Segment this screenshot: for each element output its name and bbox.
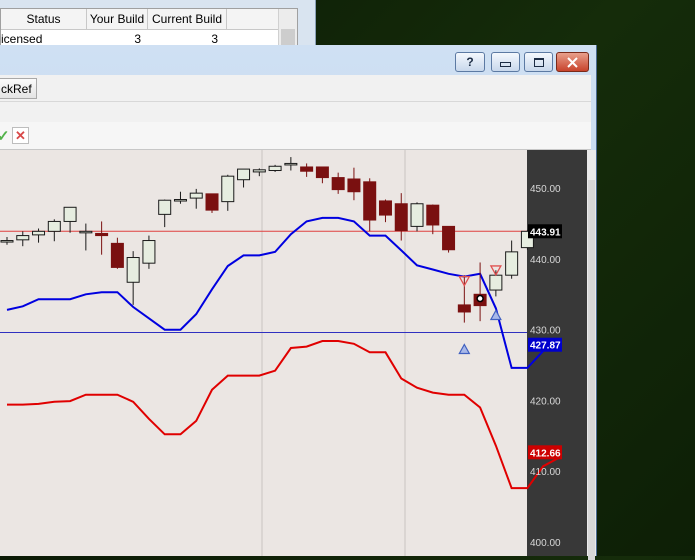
candle-body [268, 165, 282, 172]
candle-body [158, 199, 172, 215]
candle-body [110, 242, 124, 268]
candle-body [47, 220, 61, 232]
price-axis-tick-label: 430.00 [530, 326, 561, 337]
candle-body [126, 257, 140, 283]
candle-body [32, 230, 46, 236]
price-chart[interactable]: 450.00 440.00 430.00 420.00 410.00 400.00 443.… [0, 150, 591, 556]
column-header-status[interactable]: Status [1, 9, 87, 29]
price-axis [527, 150, 591, 556]
signal-dot-marker [476, 294, 484, 303]
close-icon [567, 56, 578, 68]
close-icon[interactable]: ✕ [12, 127, 29, 144]
minimize-button[interactable] [491, 52, 520, 72]
drawing-toolbar: ✓ ✕ [0, 122, 591, 150]
background-window: Status Your Build Current Build icensed … [0, 0, 316, 48]
column-header-your-build[interactable]: Your Build [87, 9, 148, 29]
help-button[interactable]: ? [455, 52, 485, 72]
candle-body [442, 225, 456, 251]
candle-body [79, 230, 93, 234]
price-label: 412.66 [530, 448, 561, 459]
maximize-button[interactable] [524, 52, 553, 72]
candle-body [284, 162, 298, 166]
candle-body [315, 166, 329, 179]
build-status-grid: Status Your Build Current Build icensed … [0, 8, 298, 48]
minimize-icon [500, 61, 511, 67]
toolbar-tab-button[interactable]: ckRef [0, 78, 37, 99]
title-bar[interactable]: ? [0, 45, 596, 75]
price-axis-tick-label: 440.00 [530, 255, 561, 266]
close-button[interactable] [556, 52, 589, 72]
maximize-icon [533, 57, 544, 67]
price-axis-tick-label: 450.00 [530, 184, 561, 195]
candle-body [347, 178, 361, 193]
candle-body [300, 166, 314, 172]
column-header-current-build[interactable]: Current Build [148, 9, 227, 29]
grid-header: Status Your Build Current Build [1, 9, 297, 30]
candle-body [95, 232, 109, 237]
chart-window: ? ckRef ✓ ✕ 450.00 440.00 430.00 420.00 410.… [0, 45, 597, 560]
toolbar-spacer [0, 102, 591, 122]
price-label: 443.91 [530, 227, 561, 238]
candle-body [205, 193, 219, 211]
candle-body [237, 168, 251, 181]
candle-body [331, 177, 345, 191]
candle-body [189, 192, 203, 199]
chart-scrollbar[interactable] [587, 150, 596, 560]
candle-body [0, 240, 14, 243]
candle-body [426, 204, 440, 226]
candle-body [142, 240, 156, 264]
candle-body [63, 206, 77, 222]
candle-body [457, 304, 471, 313]
price-axis-tick-label: 400.00 [530, 538, 561, 549]
price-axis-tick-label: 410.00 [530, 467, 561, 478]
candle-body [173, 199, 187, 202]
candle-body [410, 203, 424, 227]
candle-body [363, 181, 377, 221]
toolbar: ckRef [0, 75, 591, 102]
plot-area [0, 150, 527, 556]
candle-body [489, 274, 503, 291]
candle-body [221, 175, 235, 203]
candle-body [505, 251, 519, 276]
price-axis-tick-label: 420.00 [530, 396, 561, 407]
grid-scrollbar[interactable] [278, 9, 297, 47]
candle-body [252, 169, 266, 173]
candle-body [394, 203, 408, 232]
candle-body [16, 235, 30, 241]
candle-body [378, 200, 392, 216]
check-icon[interactable]: ✓ [0, 127, 10, 145]
price-label: 427.87 [530, 341, 561, 352]
